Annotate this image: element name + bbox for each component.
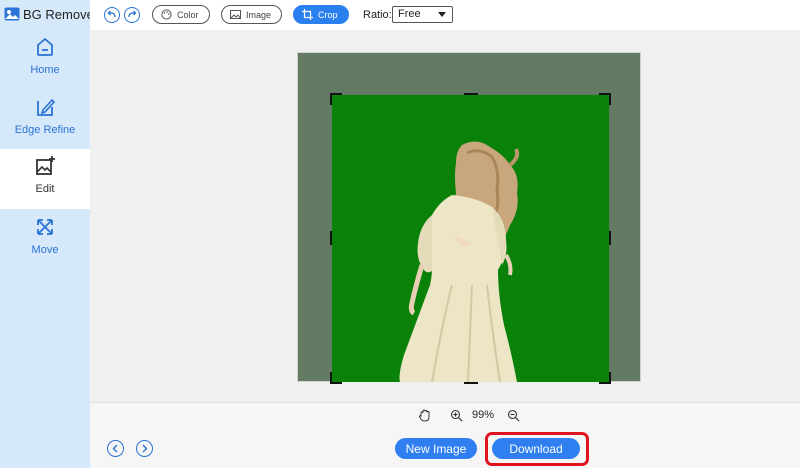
palette-icon	[161, 9, 172, 20]
move-icon	[37, 219, 53, 235]
sidebar-item-label: Move	[31, 244, 59, 256]
app-brand: BG Remover	[4, 5, 98, 23]
next-button[interactable]	[136, 440, 153, 457]
crop-box[interactable]	[330, 93, 611, 384]
sidebar-item-label: Edge Refine	[14, 124, 76, 136]
crop-handle-top[interactable]	[464, 93, 478, 95]
crop-tab-label: Crop	[318, 9, 338, 20]
image-preview	[297, 52, 641, 384]
download-button[interactable]: Download	[492, 438, 580, 459]
color-tab-button[interactable]: Color	[152, 5, 210, 24]
zoom-in-icon[interactable]	[450, 409, 463, 422]
crop-handle-top-right[interactable]	[599, 93, 611, 105]
chevron-down-icon	[438, 12, 446, 17]
app-logo-icon	[4, 7, 20, 21]
zoom-out-icon[interactable]	[507, 409, 520, 422]
subject-image	[399, 141, 520, 382]
sidebar-item-move[interactable]: Move	[0, 210, 90, 270]
app-title: BG Remover	[23, 6, 99, 22]
edge-refine-icon	[37, 98, 56, 116]
hand-pan-icon[interactable]	[418, 409, 431, 422]
sidebar-item-edit[interactable]: Edit	[0, 149, 90, 209]
sidebar-item-label: Home	[30, 64, 60, 76]
zoom-bar: 99%	[90, 402, 800, 428]
sidebar-item-home[interactable]: Home	[0, 30, 90, 90]
color-tab-label: Color	[177, 9, 199, 20]
image-tab-button[interactable]: Image	[221, 5, 283, 24]
redo-icon	[128, 10, 137, 18]
crop-handle-left[interactable]	[330, 231, 332, 245]
top-toolbar: Color Image Crop Ratio: Free	[90, 0, 800, 30]
new-image-button[interactable]: New Image	[395, 438, 477, 459]
zoom-level: 99%	[472, 409, 495, 421]
crop-handle-bottom-left[interactable]	[330, 372, 342, 384]
image-tab-label: Image	[246, 9, 272, 20]
redo-button[interactable]	[124, 7, 140, 23]
undo-icon	[107, 10, 116, 18]
undo-button[interactable]	[104, 7, 120, 23]
sidebar-item-edge-refine[interactable]: Edge Refine	[0, 90, 90, 150]
chevron-right-icon	[142, 444, 148, 453]
image-icon	[230, 10, 241, 19]
edit-image-icon	[36, 156, 55, 175]
crop-handle-bottom-right[interactable]	[599, 372, 611, 384]
ratio-select[interactable]: Free	[392, 6, 453, 23]
ratio-label: Ratio:	[363, 9, 392, 21]
bottom-bar: New Image Download	[90, 428, 800, 468]
crop-handle-bottom[interactable]	[464, 382, 478, 384]
crop-handle-top-left[interactable]	[330, 93, 342, 105]
previous-button[interactable]	[107, 440, 124, 457]
crop-tab-button[interactable]: Crop	[293, 5, 349, 24]
crop-handle-right[interactable]	[609, 231, 611, 245]
sidebar: BG Remover Home Edge Refine Edit Move	[0, 0, 98, 468]
chevron-left-icon	[112, 444, 118, 453]
canvas-area	[90, 30, 800, 402]
home-icon	[37, 37, 53, 56]
sidebar-item-label: Edit	[35, 183, 55, 195]
ratio-value: Free	[398, 8, 421, 20]
crop-icon	[302, 9, 313, 20]
